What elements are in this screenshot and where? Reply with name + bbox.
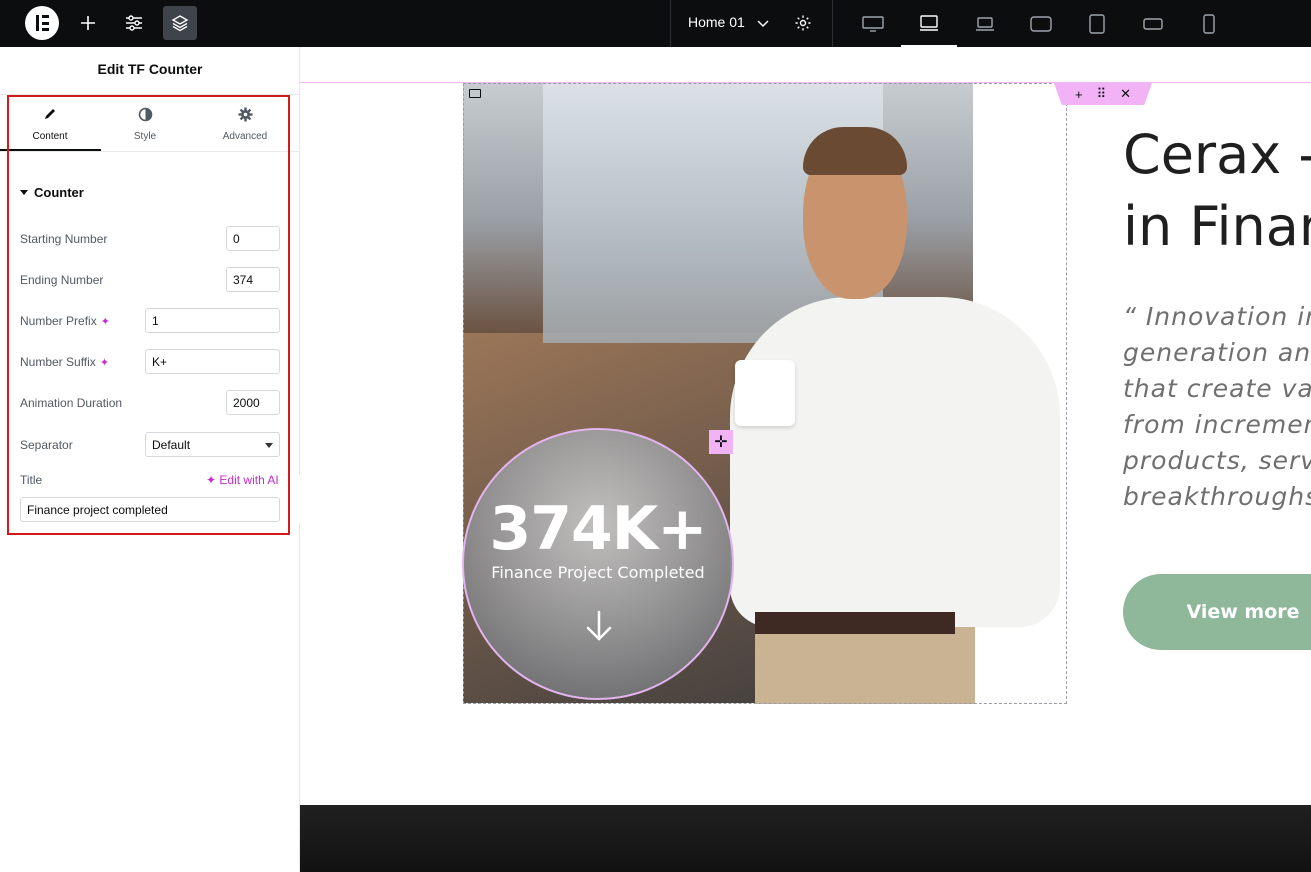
tablet-portrait-device-icon[interactable] [1069,0,1125,47]
editor-panel: Edit TF Counter Content Style Advanced C… [0,47,300,872]
counter-widget[interactable]: 374K+ Finance Project Completed [462,428,734,700]
drag-handle-icon[interactable]: ⠿ [1097,86,1107,102]
heading-line: Cerax - [1123,123,1311,186]
divider [670,0,671,47]
quote-line: “ Innovation in [1123,302,1311,331]
add-element-handle-icon[interactable]: ✛ [709,430,733,454]
quote-line: from incremen [1123,410,1311,439]
preview-canvas: 374K+ Finance Project Completed ✛ + ⠿ ✕ … [300,47,1311,872]
highlight-box [7,95,290,535]
quote-line: generation an [1123,338,1311,367]
quote-line: that create va [1123,374,1311,403]
add-section-icon[interactable]: + [1075,87,1083,102]
laptop-device-icon[interactable] [957,0,1013,47]
page-name: Home 01 [688,14,745,30]
widget-handle-icon[interactable] [469,89,481,98]
mobile-landscape-device-icon[interactable] [1125,0,1181,47]
quote-line: products, serv [1123,446,1311,475]
page-settings-gear-icon[interactable] [786,6,820,40]
counter-title: Finance Project Completed [491,563,705,582]
next-section-background [300,805,1311,872]
arrow-down-icon [586,610,612,641]
mobile-portrait-device-icon[interactable] [1181,0,1237,47]
view-more-button[interactable]: View more [1123,574,1311,650]
quote-line: breakthroughs [1123,482,1311,511]
top-bar: Home 01 [0,0,1311,47]
counter-value: 374K+ [489,494,707,564]
elementor-logo-icon[interactable] [25,6,59,40]
tablet-landscape-device-icon[interactable] [1013,0,1069,47]
divider [832,0,833,47]
close-icon[interactable]: ✕ [1120,86,1131,102]
structure-layers-icon[interactable] [163,6,197,40]
hero-quote: “ Innovation in generation an that creat… [1123,299,1311,515]
add-element-icon[interactable] [71,6,105,40]
hero-heading: Cerax - in Finan [1123,119,1311,263]
widescreen-device-icon[interactable] [901,0,957,47]
section-handle[interactable]: + ⠿ ✕ [1054,83,1152,105]
site-settings-sliders-icon[interactable] [117,6,151,40]
panel-title: Edit TF Counter [97,61,203,77]
heading-line: in Finan [1123,195,1311,258]
desktop-device-icon[interactable] [845,0,901,47]
page-selector[interactable]: Home 01 [688,14,769,30]
chevron-down-icon [757,20,769,28]
